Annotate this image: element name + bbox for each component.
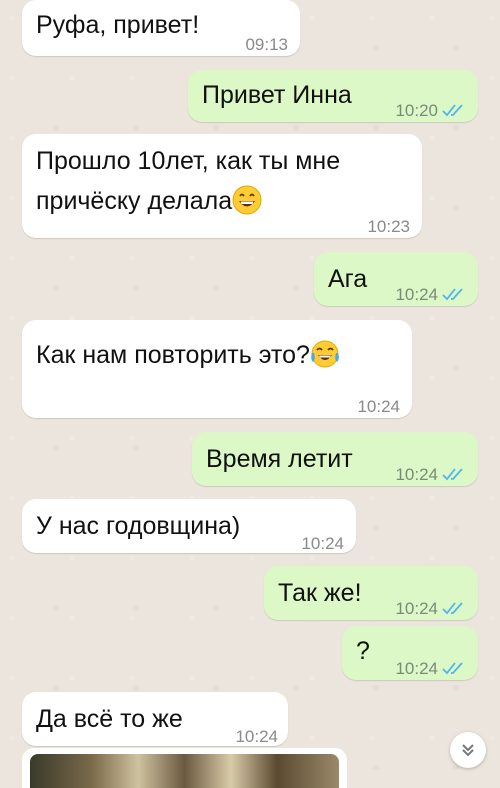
message-incoming[interactable]: Прошло 10лет, как ты мне причёску делала… [22,134,422,238]
message-time: 10:24 [395,285,438,304]
message-outgoing[interactable]: Ага 10:24 [314,252,478,306]
message-time-status: 10:24 [395,652,468,686]
message-time: 10:24 [395,465,438,484]
message-text: ? [356,637,370,665]
message-outgoing[interactable]: Привет Инна 10:20 [188,70,478,122]
message-time-status: 10:24 [395,458,468,492]
message-time: 10:24 [301,534,344,553]
message-text-line: Прошло 10лет, как ты мне [36,147,341,175]
read-ticks-icon [442,288,463,301]
message-time: 10:24 [395,659,438,678]
message-outgoing[interactable]: Так же! 10:24 [264,566,478,620]
message-text-line: Как нам повторить это? [36,338,340,372]
message-time-status: 10:24 [395,278,468,312]
message-text: Ага [328,265,368,293]
read-ticks-icon [442,602,463,615]
message-text: Руфа, привет! [36,11,200,39]
message-text-line: причёску делала [36,184,262,218]
message-time: 10:24 [395,599,438,618]
message-outgoing[interactable]: ? 10:24 [342,626,478,680]
message-time-status: 10:24 [395,592,468,626]
message-incoming[interactable]: Как нам повторить это? 10:24 [22,320,412,418]
message-text: Да всё то же [36,705,183,733]
message-outgoing[interactable]: Время летит 10:24 [192,432,478,486]
message-time: 09:13 [245,35,288,54]
message-text: Как нам повторить это? [36,341,310,369]
grinning-face-emoji-icon [232,185,262,215]
message-time: 10:24 [357,397,400,416]
message-text: Время летит [206,445,353,473]
message-time: 10:20 [395,101,438,120]
message-incoming[interactable]: У нас годовщина) 10:24 [22,499,356,553]
read-ticks-icon [442,104,463,117]
message-text-line2: причёску делала [36,187,233,215]
read-ticks-icon [442,662,463,675]
message-incoming-image[interactable] [22,748,347,788]
message-time-status: 10:20 [395,94,468,128]
message-time: 10:23 [367,217,410,236]
message-incoming[interactable]: Да всё то же 10:24 [22,692,288,746]
message-text: Так же! [278,579,362,607]
double-chevron-down-icon [462,744,474,757]
message-incoming[interactable]: Руфа, привет! 09:13 [22,0,300,56]
message-photo[interactable] [30,754,339,788]
tears-of-joy-emoji-icon [311,340,339,368]
message-text: У нас годовщина) [36,512,241,540]
message-text: Привет Инна [202,81,352,109]
scroll-to-bottom-button[interactable] [450,732,486,768]
read-ticks-icon [442,468,463,481]
